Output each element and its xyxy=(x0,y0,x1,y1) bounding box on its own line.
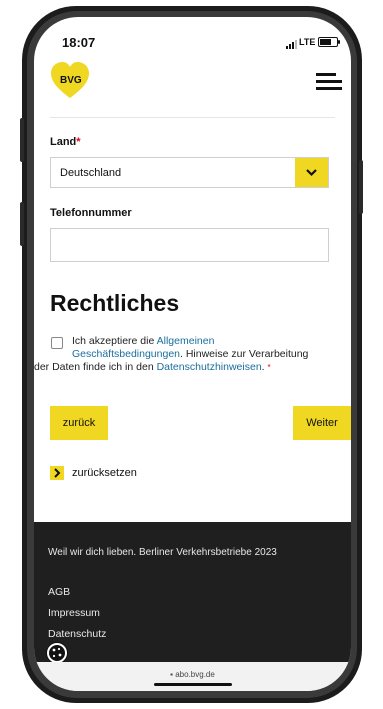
privacy-link[interactable]: Datenschutzhinweisen xyxy=(157,361,262,373)
phone-power-button xyxy=(359,160,363,214)
phone-screen: 18:07 LTE BVG Land* Deutschland Telefonn… xyxy=(34,17,351,691)
battery-tip xyxy=(338,40,340,44)
next-button-label: Weiter xyxy=(306,417,338,429)
back-button[interactable]: zurück xyxy=(50,406,108,440)
phone-input[interactable] xyxy=(50,228,329,262)
lock-icon: ▪ xyxy=(170,670,173,679)
reset-link[interactable]: zurücksetzen xyxy=(72,467,137,479)
status-time: 18:07 xyxy=(62,35,96,50)
country-select[interactable]: Deutschland xyxy=(50,157,329,188)
country-select-value: Deutschland xyxy=(60,167,122,179)
battery-icon xyxy=(318,37,338,47)
url-text: ▪ abo.bvg.de xyxy=(170,670,215,679)
legal-heading: Rechtliches xyxy=(50,290,180,316)
terms-link[interactable]: Allgemeinen xyxy=(157,335,215,347)
logo-text: BVG xyxy=(60,75,82,86)
status-bar: 18:07 LTE xyxy=(34,17,351,61)
back-button-label: zurück xyxy=(62,417,96,429)
footer-link-impressum[interactable]: Impressum xyxy=(48,607,100,619)
country-label: Land* xyxy=(50,136,81,148)
section-divider xyxy=(50,117,335,118)
hamburger-menu-icon[interactable] xyxy=(316,73,342,91)
terms-link-continued[interactable]: Geschäftsbedingungen xyxy=(72,348,180,360)
terms-checkbox[interactable] xyxy=(51,337,63,349)
phone-volume-down-button xyxy=(20,202,24,246)
phone-volume-up-button xyxy=(20,118,24,162)
next-button[interactable]: Weiter xyxy=(293,406,351,440)
footer-tagline: Weil wir dich lieben. Berliner Verkehrsb… xyxy=(48,547,277,558)
chevron-right-icon[interactable] xyxy=(50,466,64,480)
browser-url-bar[interactable]: ▪ abo.bvg.de xyxy=(34,662,351,691)
network-label: LTE xyxy=(299,37,316,47)
terms-consent-text: Ich akzeptiere die Allgemeinen Geschäfts… xyxy=(34,335,309,373)
cookie-icon[interactable] xyxy=(46,642,68,664)
footer-link-agb[interactable]: AGB xyxy=(48,586,70,598)
required-mark: * xyxy=(76,136,81,148)
required-mark: * xyxy=(267,363,271,372)
home-indicator[interactable] xyxy=(154,683,232,686)
chevron-down-icon[interactable] xyxy=(295,158,328,187)
signal-icon xyxy=(286,40,297,49)
site-footer: Weil wir dich lieben. Berliner Verkehrsb… xyxy=(34,522,351,672)
footer-link-datenschutz[interactable]: Datenschutz xyxy=(48,628,106,640)
phone-label: Telefonnummer xyxy=(50,207,132,219)
